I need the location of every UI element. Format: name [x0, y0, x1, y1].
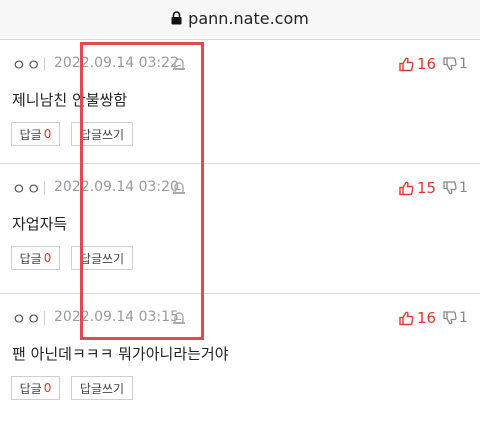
report-icon[interactable]	[172, 180, 186, 195]
thumbs-down-icon	[443, 181, 457, 195]
comment-item: ㅇㅇ 2022.09.14 03:15 16 1 팬 아닌데ㅋㅋㅋ 뭐가아니라는…	[0, 293, 480, 437]
comment-nickname: ㅇㅇ	[12, 180, 42, 198]
reply-label: 답글	[19, 127, 42, 142]
reply-count: 0	[43, 251, 52, 265]
comment-item: ㅇㅇ 2022.09.14 03:22 16 1 제니남친 안불쌍함 답글 0 …	[0, 39, 480, 164]
comment-header: ㅇㅇ 2022.09.14 03:15 16 1	[0, 308, 480, 328]
reply-count: 0	[43, 381, 52, 395]
lock-icon	[171, 11, 182, 25]
dislike-button[interactable]: 1	[443, 178, 468, 198]
comment-nickname: ㅇㅇ	[12, 56, 42, 74]
divider	[44, 57, 45, 71]
dislike-button[interactable]: 1	[443, 308, 468, 328]
comment-header: ㅇㅇ 2022.09.14 03:22 16 1	[0, 54, 480, 74]
report-icon[interactable]	[172, 310, 186, 325]
divider	[44, 181, 45, 195]
reply-button[interactable]: 답글 0	[11, 122, 60, 146]
like-count: 16	[417, 55, 437, 73]
thumbs-up-icon	[399, 181, 414, 195]
write-reply-button[interactable]: 답글쓰기	[71, 122, 133, 146]
thumbs-down-icon	[443, 57, 457, 71]
comment-text: 팬 아닌데ㅋㅋㅋ 뭐가아니라는거야	[12, 345, 229, 363]
reply-label: 답글	[19, 251, 42, 266]
comment-date: 2022.09.14 03:20	[54, 179, 179, 195]
screen: pann.nate.com ㅇㅇ 2022.09.14 03:22 16 1 제…	[0, 0, 480, 437]
comment-nickname: ㅇㅇ	[12, 310, 42, 328]
dislike-count: 1	[459, 56, 468, 72]
comment-header: ㅇㅇ 2022.09.14 03:20 15 1	[0, 178, 480, 198]
thumbs-up-icon	[399, 311, 414, 325]
like-button[interactable]: 16	[399, 54, 436, 74]
url-text: pann.nate.com	[188, 8, 309, 28]
report-icon[interactable]	[172, 56, 186, 71]
reply-button[interactable]: 답글 0	[11, 376, 60, 400]
comment-item: ㅇㅇ 2022.09.14 03:20 15 1 자업자득 답글 0 답글쓰기	[0, 163, 480, 294]
dislike-button[interactable]: 1	[443, 54, 468, 74]
write-reply-button[interactable]: 답글쓰기	[71, 246, 133, 270]
divider	[44, 311, 45, 325]
comment-date: 2022.09.14 03:22	[54, 55, 179, 71]
write-reply-button[interactable]: 답글쓰기	[71, 376, 133, 400]
dislike-count: 1	[459, 310, 468, 326]
dislike-count: 1	[459, 180, 468, 196]
thumbs-down-icon	[443, 311, 457, 325]
comment-text: 제니남친 안불쌍함	[12, 91, 128, 109]
comment-text: 자업자득	[12, 215, 68, 233]
reply-button[interactable]: 답글 0	[11, 246, 60, 270]
reply-label: 답글	[19, 381, 42, 396]
thumbs-up-icon	[399, 57, 414, 71]
like-count: 16	[417, 309, 437, 327]
like-count: 15	[417, 179, 437, 197]
address-bar[interactable]: pann.nate.com	[0, 0, 480, 36]
reply-count: 0	[43, 127, 52, 141]
comment-date: 2022.09.14 03:15	[54, 309, 179, 325]
like-button[interactable]: 15	[399, 178, 436, 198]
like-button[interactable]: 16	[399, 308, 436, 328]
